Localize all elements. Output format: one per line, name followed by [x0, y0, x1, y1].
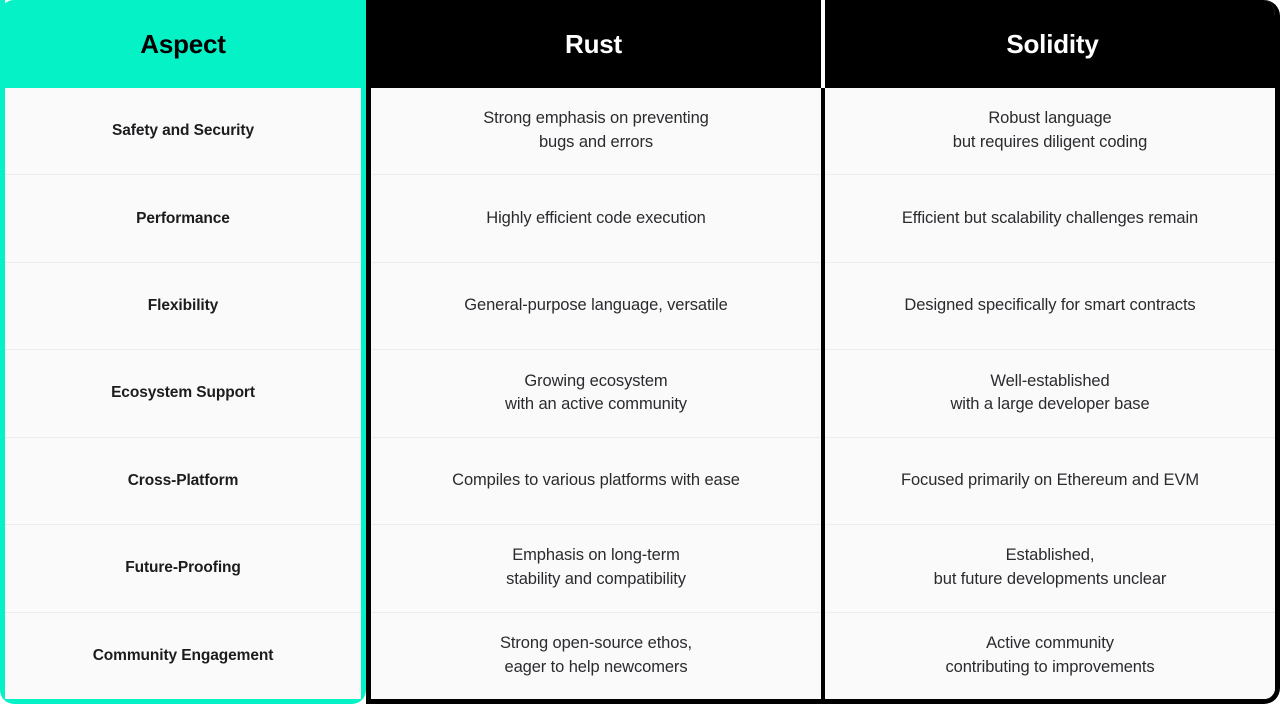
aspect-label: Flexibility [147, 296, 219, 314]
table-row: Well-established with a large developer … [825, 349, 1275, 437]
table-row: Growing ecosystem with an active communi… [371, 349, 821, 437]
solidity-cell-value: Efficient but scalability challenges rem… [901, 208, 1199, 227]
column-header-rust-label: Rust [565, 29, 622, 59]
aspect-label: Cross-Platform [127, 471, 239, 489]
rust-cell-value: Emphasis on long-term stability and comp… [506, 546, 686, 589]
rust-cell-value: General-purpose language, versatile [464, 296, 728, 315]
table-row: Strong open-source ethos, eager to help … [371, 611, 821, 699]
rust-cell-value: Strong emphasis on preventing bugs and e… [483, 109, 709, 152]
aspect-label: Ecosystem Support [111, 384, 255, 402]
columns-comparison-body: Strong emphasis on preventing bugs and e… [371, 88, 1275, 699]
column-header-aspect: Aspect [0, 0, 366, 88]
table-row: Future-Proofing [5, 524, 361, 612]
table-row: Designed specifically for smart contract… [825, 261, 1275, 350]
rust-cell-value: Highly efficient code execution [486, 208, 706, 227]
aspect-label: Community Engagement [92, 646, 274, 664]
table-row: Cross-Platform [5, 436, 361, 525]
table-row: Performance [5, 174, 361, 262]
rust-cell-value: Strong open-source ethos, eager to help … [500, 633, 692, 676]
column-rust-body: Strong emphasis on preventing bugs and e… [371, 88, 821, 699]
column-aspect: Aspect Safety and Security Performance F… [0, 0, 366, 704]
column-aspect-body: Safety and Security Performance Flexibil… [5, 88, 361, 699]
solidity-cell-value: Well-established with a large developer … [950, 371, 1150, 414]
rust-cell-value: Growing ecosystem with an active communi… [505, 371, 687, 414]
column-header-solidity-label: Solidity [1006, 29, 1099, 59]
table-row: General-purpose language, versatile [371, 261, 821, 350]
rust-cell-value: Compiles to various platforms with ease [452, 470, 740, 489]
table-row: Robust language but requires diligent co… [825, 88, 1275, 175]
solidity-cell-value: Robust language but requires diligent co… [952, 109, 1148, 152]
solidity-cell-value: Designed specifically for smart contract… [904, 296, 1196, 315]
comparison-table: Aspect Safety and Security Performance F… [0, 0, 1280, 704]
table-row: Active community contributing to improve… [825, 611, 1275, 699]
table-row: Compiles to various platforms with ease [371, 436, 821, 525]
column-header-solidity: Solidity [825, 0, 1275, 88]
solidity-cell-value: Established, but future developments unc… [933, 546, 1167, 589]
table-row: Focused primarily on Ethereum and EVM [825, 436, 1275, 525]
table-row: Strong emphasis on preventing bugs and e… [371, 88, 821, 175]
table-row: Community Engagement [5, 611, 361, 699]
table-row: Emphasis on long-term stability and comp… [371, 524, 821, 612]
table-row: Established, but future developments unc… [825, 524, 1275, 612]
column-header-aspect-label: Aspect [140, 29, 226, 59]
solidity-cell-value: Focused primarily on Ethereum and EVM [900, 470, 1199, 489]
column-headers-dark: Rust Solidity [371, 0, 1275, 88]
table-row: Highly efficient code execution [371, 174, 821, 262]
table-row: Efficient but scalability challenges rem… [825, 174, 1275, 262]
table-row: Ecosystem Support [5, 349, 361, 437]
column-header-rust: Rust [371, 0, 821, 88]
aspect-label: Safety and Security [112, 122, 254, 140]
columns-comparison: Rust Solidity Strong emphasis on prevent… [366, 0, 1280, 704]
table-row: Safety and Security [5, 88, 361, 175]
column-solidity-body: Robust language but requires diligent co… [825, 88, 1275, 699]
table-row: Flexibility [5, 261, 361, 350]
aspect-label: Performance [136, 209, 230, 227]
solidity-cell-value: Active community contributing to improve… [945, 633, 1155, 676]
aspect-label: Future-Proofing [125, 559, 241, 577]
